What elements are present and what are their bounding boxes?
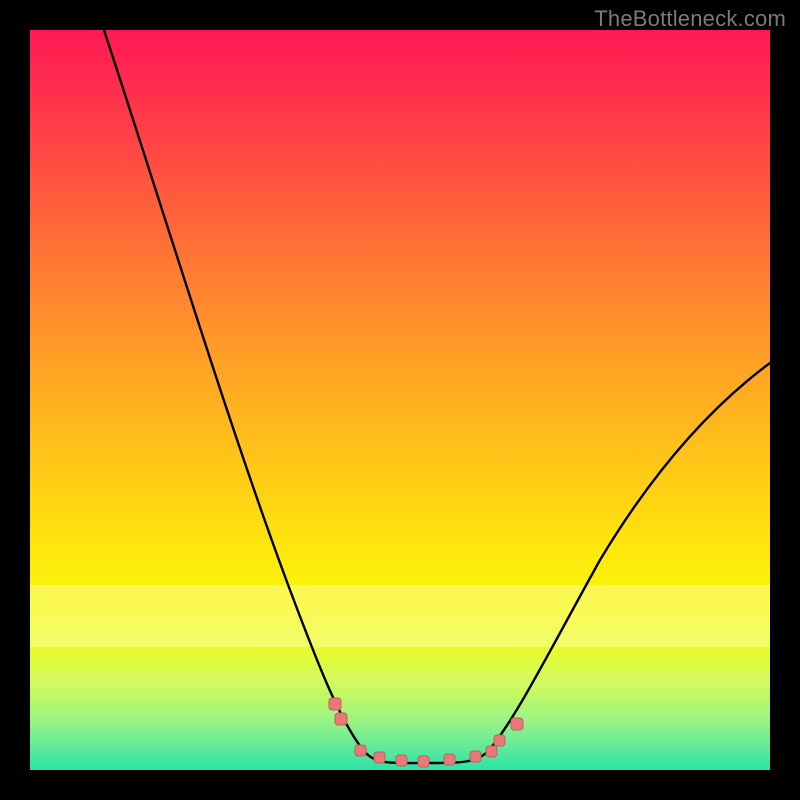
- dot: [494, 735, 505, 746]
- dot: [511, 718, 523, 730]
- dot: [444, 754, 455, 765]
- dot: [486, 746, 497, 757]
- curve-svg: [30, 30, 770, 770]
- dot: [329, 698, 341, 710]
- plot-area: [30, 30, 770, 770]
- bottleneck-curve: [104, 30, 770, 763]
- watermark-text: TheBottleneck.com: [594, 6, 786, 32]
- dot: [470, 751, 481, 762]
- dot: [355, 745, 366, 756]
- highlight-dots: [329, 698, 523, 767]
- dot: [335, 713, 347, 725]
- dot: [418, 756, 429, 767]
- chart-frame: TheBottleneck.com: [0, 0, 800, 800]
- dot: [374, 752, 385, 763]
- dot: [396, 755, 407, 766]
